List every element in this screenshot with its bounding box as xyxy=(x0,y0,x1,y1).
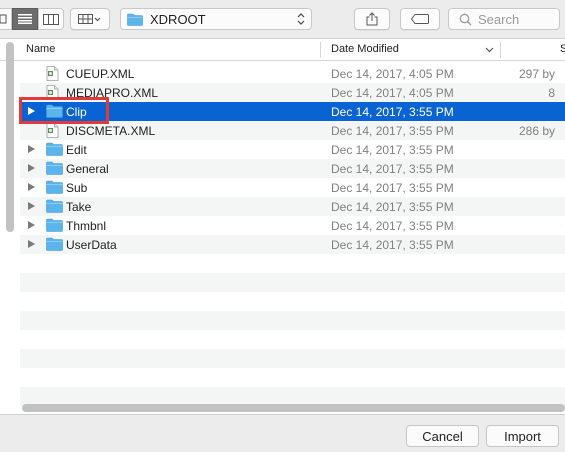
folder-icon xyxy=(46,199,63,216)
row-size: 286 by xyxy=(518,124,555,138)
row-date-modified: Dec 14, 2017, 3:55 PM xyxy=(331,219,454,233)
folder-row[interactable]: Thmbnl Dec 14, 2017, 3:55 PM xyxy=(20,216,565,235)
row-name: DISCMETA.XML xyxy=(66,124,156,138)
columns-view-icon xyxy=(43,13,59,25)
vertical-scrollbar[interactable] xyxy=(6,42,14,232)
arrange-button[interactable] xyxy=(70,8,110,30)
disclosure-triangle-icon[interactable] xyxy=(28,145,35,153)
file-row[interactable]: CUEUP.XML Dec 14, 2017, 4:05 PM 297 by xyxy=(20,64,565,83)
column-divider[interactable] xyxy=(320,42,321,58)
row-name: Thmbnl xyxy=(66,219,107,233)
view-mode-segment xyxy=(0,8,64,30)
empty-row xyxy=(20,330,565,349)
row-date-modified: Dec 14, 2017, 3:55 PM xyxy=(331,238,454,252)
row-date-modified: Dec 14, 2017, 3:55 PM xyxy=(331,181,454,195)
column-view-button[interactable] xyxy=(38,8,64,30)
search-icon xyxy=(459,13,472,25)
file-list: Name Date Modified S CUEUP.XML Dec 14, 20… xyxy=(0,38,565,414)
empty-row xyxy=(20,292,565,311)
folder-icon xyxy=(46,142,63,159)
tags-button[interactable] xyxy=(400,8,440,30)
share-button[interactable] xyxy=(354,8,390,30)
row-name: Sub xyxy=(66,181,88,195)
horizontal-scrollbar[interactable] xyxy=(22,404,565,412)
column-header-date[interactable]: Date Modified xyxy=(331,43,399,55)
disclosure-triangle-icon[interactable] xyxy=(28,240,35,248)
disclosure-triangle-icon[interactable] xyxy=(28,164,35,172)
share-icon xyxy=(366,12,378,26)
folder-row[interactable]: Take Dec 14, 2017, 3:55 PM xyxy=(20,197,565,216)
list-view-button[interactable] xyxy=(12,8,38,30)
highlight-box-clip xyxy=(19,97,109,124)
folder-row[interactable]: Edit Dec 14, 2017, 3:55 PM xyxy=(20,140,565,159)
folder-icon xyxy=(46,237,63,254)
empty-row xyxy=(20,311,565,330)
folder-row[interactable]: UserData Dec 14, 2017, 3:55 PM xyxy=(20,235,565,254)
disclosure-triangle-icon[interactable] xyxy=(28,221,35,229)
row-size: 297 by xyxy=(518,67,555,81)
disclosure-triangle-icon[interactable] xyxy=(28,202,35,210)
up-down-arrows-icon xyxy=(297,13,305,25)
cancel-button[interactable]: Cancel xyxy=(406,425,479,447)
folder-icon xyxy=(127,13,143,26)
empty-row xyxy=(20,349,565,368)
folder-icon xyxy=(46,180,63,197)
row-name: UserData xyxy=(66,238,117,252)
search-field[interactable]: Search xyxy=(448,8,560,30)
row-name: Edit xyxy=(66,143,87,157)
row-size: 8 xyxy=(548,86,555,100)
folder-row[interactable]: Sub Dec 14, 2017, 3:55 PM xyxy=(20,178,565,197)
empty-row xyxy=(20,368,565,387)
row-name: Take xyxy=(66,200,92,214)
column-view-icon xyxy=(0,14,7,24)
row-name: CUEUP.XML xyxy=(66,67,135,81)
tag-icon xyxy=(411,14,429,24)
location-label: XDROOT xyxy=(150,11,206,27)
xml-file-icon xyxy=(46,123,59,141)
column-header-name[interactable]: Name xyxy=(26,43,55,55)
column-divider[interactable] xyxy=(500,42,501,58)
row-date-modified: Dec 14, 2017, 4:05 PM xyxy=(331,86,454,100)
column-header-size[interactable]: S xyxy=(560,43,565,55)
folder-row[interactable]: General Dec 14, 2017, 3:55 PM xyxy=(20,159,565,178)
empty-row xyxy=(20,273,565,292)
empty-row xyxy=(20,254,565,273)
import-button[interactable]: Import xyxy=(486,425,559,447)
folder-icon xyxy=(46,218,63,235)
search-placeholder: Search xyxy=(478,11,520,27)
disclosure-triangle-icon[interactable] xyxy=(28,183,35,191)
folder-icon xyxy=(46,161,63,178)
row-date-modified: Dec 14, 2017, 3:55 PM xyxy=(331,162,454,176)
gallery-grid-icon xyxy=(78,14,101,24)
row-date-modified: Dec 14, 2017, 3:55 PM xyxy=(331,200,454,214)
bottom-bar: Cancel Import xyxy=(0,414,565,452)
toolbar: XDROOT Search xyxy=(0,0,565,38)
icon-view-button[interactable] xyxy=(0,8,12,30)
row-date-modified: Dec 14, 2017, 3:55 PM xyxy=(331,143,454,157)
location-popup[interactable]: XDROOT xyxy=(120,8,312,30)
row-date-modified: Dec 14, 2017, 3:55 PM xyxy=(331,105,454,119)
row-date-modified: Dec 14, 2017, 4:05 PM xyxy=(331,67,454,81)
row-name: General xyxy=(66,162,109,176)
row-date-modified: Dec 14, 2017, 3:55 PM xyxy=(331,124,454,138)
list-view-icon xyxy=(18,14,32,24)
xml-file-icon xyxy=(46,66,59,84)
sort-chevron-down-icon xyxy=(485,47,494,53)
list-header: Name Date Modified S xyxy=(0,39,565,61)
